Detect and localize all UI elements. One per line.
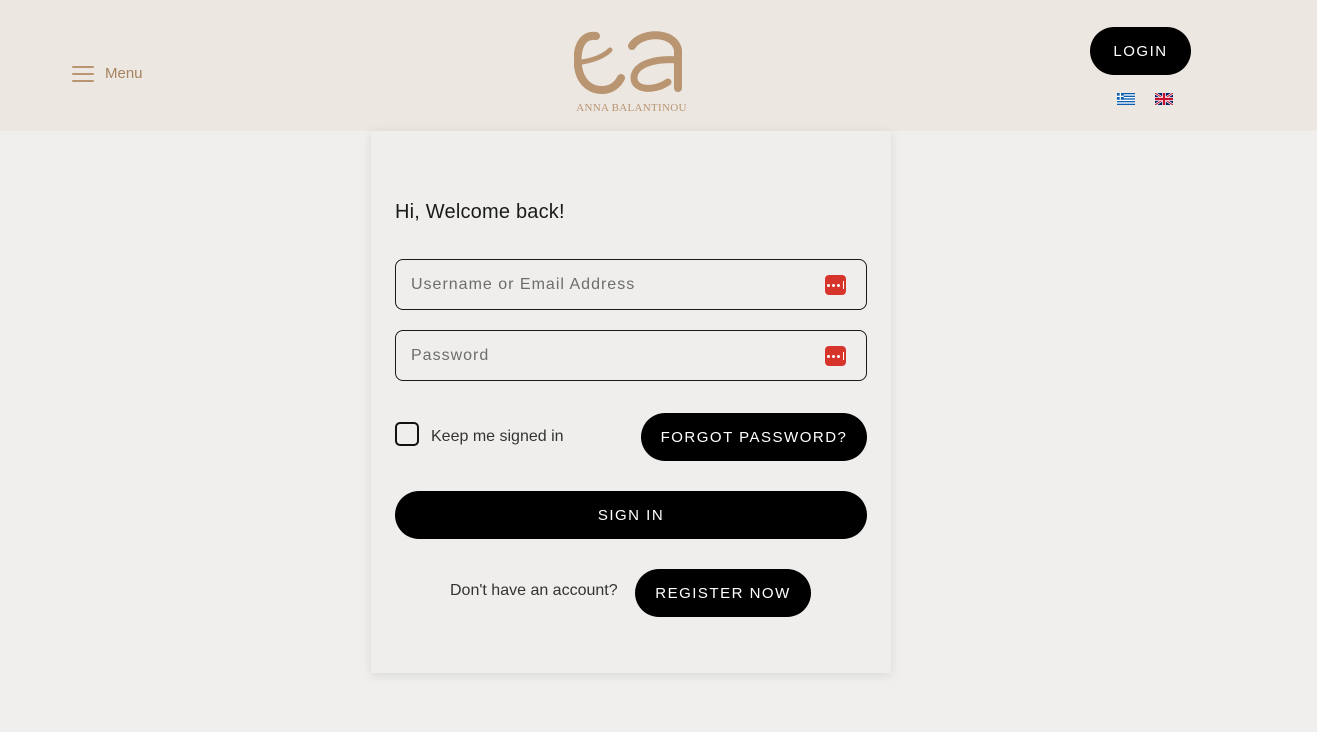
- greek-flag-icon[interactable]: [1117, 93, 1135, 105]
- username-input[interactable]: [396, 260, 866, 309]
- keep-signed-in[interactable]: Keep me signed in: [395, 422, 564, 446]
- welcome-heading: Hi, Welcome back!: [395, 201, 565, 223]
- keep-signed-in-checkbox[interactable]: [395, 422, 419, 446]
- uk-flag-icon[interactable]: [1155, 93, 1173, 105]
- sign-in-button[interactable]: SIGN IN: [395, 491, 867, 539]
- password-manager-icon[interactable]: [825, 346, 846, 366]
- menu-toggle[interactable]: Menu: [72, 64, 143, 84]
- brand-logo[interactable]: ANNA BALANTINOU: [574, 24, 689, 116]
- hamburger-icon: [72, 66, 94, 82]
- password-input[interactable]: [396, 331, 866, 380]
- no-account-text: Don't have an account?: [450, 582, 618, 599]
- logo-text: ANNA BALANTINOU: [576, 102, 687, 114]
- username-field: [395, 259, 867, 310]
- password-field: [395, 330, 867, 381]
- site-header: Menu ANNA BALANTINOU LOGIN: [0, 0, 1317, 131]
- menu-label: Menu: [105, 65, 143, 82]
- login-button[interactable]: LOGIN: [1090, 27, 1191, 75]
- register-now-button[interactable]: REGISTER NOW: [635, 569, 811, 617]
- forgot-password-button[interactable]: FORGOT PASSWORD?: [641, 413, 867, 461]
- password-manager-icon[interactable]: [825, 275, 846, 295]
- keep-signed-in-label: Keep me signed in: [431, 427, 564, 445]
- login-card: Hi, Welcome back! Keep me signed in FORG…: [371, 131, 891, 673]
